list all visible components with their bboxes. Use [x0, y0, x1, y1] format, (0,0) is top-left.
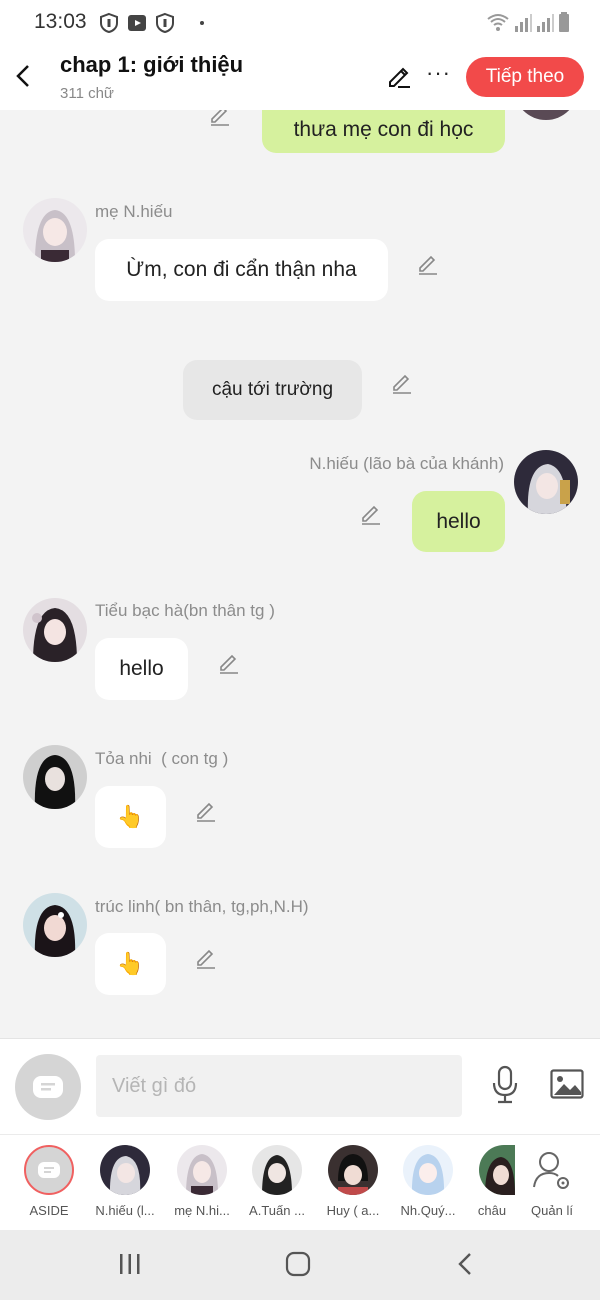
sender-name: Tỏa nhi ( con tg )	[95, 749, 229, 768]
character-item[interactable]: A.Tuấn ...	[245, 1145, 309, 1218]
narration-icon	[33, 1076, 63, 1098]
video-app-icon	[128, 15, 146, 31]
avatar[interactable]	[23, 893, 87, 957]
home-icon[interactable]	[284, 1250, 312, 1278]
message-bubble[interactable]: Ừm, con đi cẩn thận nha	[95, 239, 388, 301]
character-strip: ASIDE N.hiếu (l... mẹ N.hi... A.Tuấn ...…	[0, 1134, 600, 1230]
message-input-bar	[0, 1038, 600, 1134]
wifi-icon	[487, 14, 509, 31]
next-chapter-button[interactable]: Tiếp theo	[466, 57, 584, 97]
back-icon[interactable]	[454, 1250, 478, 1278]
user-settings-icon	[533, 1152, 569, 1189]
avatar	[100, 1145, 150, 1195]
sender-name: trúc linh( bn thân, tg,ph,N.H)	[95, 897, 309, 916]
more-options-icon[interactable]: ···	[426, 60, 451, 86]
character-item[interactable]: N.hiếu (l...	[93, 1145, 157, 1218]
avatar	[403, 1145, 453, 1195]
avatar[interactable]	[23, 198, 87, 262]
character-item[interactable]: mẹ N.hi...	[170, 1145, 234, 1218]
message-bubble[interactable]: thưa mẹ con đi học	[262, 110, 505, 153]
chapter-title: chap 1: giới thiệu	[60, 52, 244, 77]
character-aside[interactable]: ASIDE	[17, 1145, 81, 1218]
sender-name: Tiểu bạc hà(bn thân tg )	[95, 601, 275, 620]
status-bar: 13:03	[0, 0, 600, 44]
avatar[interactable]	[23, 745, 87, 809]
manage-characters-button[interactable]: Quản lí	[520, 1145, 584, 1218]
signal-icon	[515, 14, 532, 32]
character-label: châu	[477, 1203, 507, 1218]
sender-name: N.hiếu (lão bà của khánh)	[309, 454, 504, 473]
narration-icon	[38, 1162, 60, 1178]
avatar	[177, 1145, 227, 1195]
edit-message-icon[interactable]	[390, 370, 414, 394]
signal-icon	[537, 14, 554, 32]
avatar[interactable]	[514, 450, 578, 514]
edit-message-icon[interactable]	[416, 251, 440, 275]
narration-bubble[interactable]: cậu tới trường	[183, 360, 362, 420]
aside-avatar	[24, 1145, 74, 1195]
message-bubble[interactable]: hello	[95, 638, 188, 700]
back-arrow-icon[interactable]	[12, 60, 36, 92]
character-label: mẹ N.hi...	[174, 1203, 230, 1218]
character-label: ASIDE	[29, 1203, 69, 1218]
character-label: N.hiếu (l...	[95, 1203, 155, 1218]
character-item[interactable]: châu	[458, 1145, 522, 1218]
edit-message-icon[interactable]	[194, 945, 218, 969]
avatar[interactable]	[23, 598, 87, 662]
chat-area[interactable]: thưa mẹ con đi học mẹ N.hiếu Ừm, con đi …	[0, 110, 600, 1038]
character-label: A.Tuấn ...	[249, 1203, 305, 1218]
edit-message-icon[interactable]	[194, 798, 218, 822]
message-bubble[interactable]: 👆	[95, 786, 166, 848]
system-icons	[486, 12, 570, 32]
character-item[interactable]: Nh.Quý...	[396, 1145, 460, 1218]
recent-apps-icon[interactable]	[118, 1250, 142, 1278]
status-time: 13:03	[34, 10, 87, 33]
chapter-header: chap 1: giới thiệu 311 chữ ··· Tiếp theo	[0, 44, 600, 110]
edit-icon[interactable]	[386, 62, 412, 88]
message-input[interactable]	[96, 1055, 462, 1117]
edit-message-icon[interactable]	[217, 650, 241, 674]
edit-message-icon[interactable]	[359, 501, 383, 525]
avatar[interactable]	[514, 110, 578, 120]
battery-icon	[559, 12, 569, 32]
message-bubble[interactable]: 👆	[95, 933, 166, 995]
system-nav-bar	[0, 1230, 600, 1300]
microphone-icon[interactable]	[490, 1065, 520, 1105]
message-bubble[interactable]: hello	[412, 491, 505, 552]
word-count: 311 chữ	[60, 85, 114, 102]
character-label: Huy ( a...	[326, 1203, 380, 1218]
shield-icon	[100, 12, 118, 34]
character-item[interactable]: Huy ( a...	[321, 1145, 385, 1218]
aside-toggle-button[interactable]	[15, 1054, 81, 1120]
avatar	[479, 1145, 515, 1195]
avatar	[252, 1145, 302, 1195]
image-icon[interactable]	[550, 1069, 584, 1099]
character-label: Nh.Quý...	[400, 1203, 456, 1218]
sender-name: mẹ N.hiếu	[95, 202, 173, 221]
more-notifications-dot	[200, 21, 204, 25]
edit-message-icon[interactable]	[208, 110, 232, 126]
shield-icon	[156, 12, 174, 34]
avatar	[328, 1145, 378, 1195]
notification-icons	[98, 12, 204, 34]
character-label: Quản lí	[531, 1203, 573, 1218]
